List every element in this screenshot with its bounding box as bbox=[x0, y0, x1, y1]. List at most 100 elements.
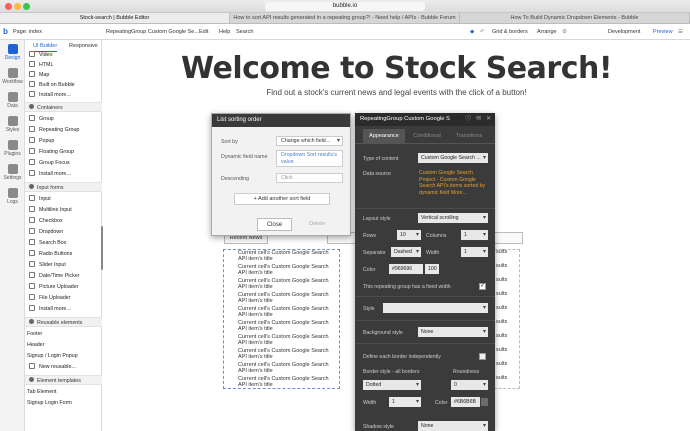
tab-appearance[interactable]: Appearance bbox=[363, 129, 405, 144]
rail-styles[interactable]: Styles bbox=[0, 116, 25, 133]
palette-item[interactable]: Radio Buttons bbox=[27, 249, 100, 259]
border-color-swatch[interactable] bbox=[481, 398, 488, 406]
section-input-forms[interactable]: Input forms bbox=[25, 182, 102, 192]
palette-item[interactable]: Signup / Login Popup bbox=[27, 351, 100, 361]
search-menu[interactable]: Search bbox=[236, 24, 253, 40]
preview-button[interactable]: Preview bbox=[653, 24, 673, 40]
color-input[interactable]: #969696 bbox=[389, 264, 423, 274]
palette-item[interactable]: HTML bbox=[27, 60, 100, 70]
fixed-width-checkbox[interactable]: ✓ bbox=[479, 283, 486, 290]
shadow-style-dropdown[interactable]: None bbox=[418, 421, 488, 431]
opacity-input[interactable]: 100 bbox=[425, 264, 439, 274]
info-icon[interactable]: ⓘ bbox=[465, 113, 471, 126]
palette-item[interactable]: Install more... bbox=[27, 169, 100, 179]
roundness-label: Roundness bbox=[453, 369, 480, 375]
canvas-input-right[interactable] bbox=[493, 232, 523, 244]
palette-item[interactable]: Signup Login Form bbox=[27, 398, 100, 408]
border-color-input[interactable]: #6B6B6B bbox=[451, 397, 480, 407]
palette-item[interactable]: Group Focus bbox=[27, 158, 100, 168]
palette-item[interactable]: Footer bbox=[27, 329, 100, 339]
palette-item[interactable]: Install more... bbox=[27, 90, 100, 100]
palette-item[interactable]: Search Box bbox=[27, 238, 100, 248]
help-menu[interactable]: Help bbox=[219, 24, 230, 40]
background-style-dropdown[interactable]: None bbox=[418, 327, 488, 337]
palette-item[interactable]: Floating Group bbox=[27, 147, 100, 157]
palette-item[interactable]: Tab Element bbox=[27, 387, 100, 397]
border-style-dropdown[interactable]: Dotted bbox=[363, 380, 421, 390]
palette-item[interactable]: Multiline Input bbox=[27, 205, 100, 215]
rail-workflow[interactable]: Workflow bbox=[0, 68, 25, 85]
undo-icon[interactable]: ↶ bbox=[480, 24, 485, 40]
more-menu-icon[interactable]: ☰ bbox=[678, 24, 683, 40]
roundness-input[interactable]: 0 bbox=[451, 380, 488, 390]
maximize-window-icon[interactable] bbox=[23, 3, 30, 10]
palette-item[interactable]: Install more... bbox=[27, 304, 100, 314]
element-selector[interactable]: RepeatingGroup Custom Google Se... bbox=[106, 24, 199, 40]
section-reusable[interactable]: Reusable elements bbox=[25, 317, 102, 327]
background-style-label: Background style bbox=[363, 330, 403, 336]
separator-dropdown[interactable]: Dashed bbox=[391, 247, 421, 257]
close-icon[interactable]: ✕ bbox=[486, 113, 491, 126]
palette-item[interactable]: Group bbox=[27, 114, 100, 124]
browser-tab[interactable]: How to sort API results generated in a r… bbox=[230, 13, 460, 23]
tab-conditional[interactable]: Conditional bbox=[407, 129, 447, 144]
border-independent-checkbox[interactable] bbox=[479, 353, 486, 360]
dynamic-field-input[interactable]: Dropdown Sort results's value bbox=[276, 150, 343, 167]
width-dropdown[interactable]: 1 bbox=[461, 247, 488, 257]
style-dropdown[interactable] bbox=[383, 303, 488, 313]
settings-icon[interactable]: ⚙ bbox=[562, 24, 567, 40]
rail-settings[interactable]: Settings bbox=[0, 164, 25, 181]
comment-icon[interactable]: ✉ bbox=[476, 113, 481, 126]
cursor-icon[interactable]: ◆ bbox=[470, 24, 474, 40]
plus-icon bbox=[29, 170, 35, 176]
rail-data[interactable]: Data bbox=[0, 92, 25, 109]
browser-tab[interactable]: How To Build Dynamic Dropdown Elements -… bbox=[460, 13, 690, 23]
columns-dropdown[interactable]: 1 bbox=[461, 230, 488, 240]
dropdown-icon bbox=[29, 228, 35, 234]
section-containers[interactable]: Containers bbox=[25, 102, 102, 112]
browser-tab[interactable]: Stock-search | Bubble Editor bbox=[0, 13, 230, 23]
palette-item[interactable]: Map bbox=[27, 70, 100, 80]
version-dropdown[interactable]: Development bbox=[608, 24, 640, 40]
rail-plugins[interactable]: Plugins bbox=[0, 140, 25, 157]
close-button[interactable]: Close bbox=[257, 218, 292, 231]
layout-dropdown[interactable]: Vertical scrolling bbox=[418, 213, 488, 223]
bubble-logo-icon[interactable]: b bbox=[3, 24, 8, 40]
cell-text: sults bbox=[496, 263, 508, 269]
grid-borders-menu[interactable]: Grid & borders bbox=[492, 24, 528, 40]
palette-item[interactable]: Video bbox=[27, 50, 100, 60]
palette-item[interactable]: Date/Time Picker bbox=[27, 271, 100, 281]
palette-item[interactable]: Repeating Group bbox=[27, 125, 100, 135]
palette-item[interactable]: Built on Bubble bbox=[27, 80, 100, 90]
palette-item[interactable]: Popup bbox=[27, 136, 100, 146]
delete-button[interactable]: Delete bbox=[309, 221, 325, 227]
address-bar[interactable]: bubble.io bbox=[265, 2, 425, 11]
rows-dropdown[interactable]: 10 bbox=[397, 230, 421, 240]
palette-item[interactable]: Picture Uploader bbox=[27, 282, 100, 292]
palette-item[interactable]: Input bbox=[27, 194, 100, 204]
sort-by-dropdown[interactable]: Change which field... bbox=[276, 136, 343, 146]
palette-item[interactable]: Dropdown bbox=[27, 227, 100, 237]
palette-item[interactable]: New reusable... bbox=[27, 362, 100, 372]
palette-item[interactable]: Checkbox bbox=[27, 216, 100, 226]
border-width-dropdown[interactable]: 1 bbox=[389, 397, 421, 407]
data-source-expression[interactable]: Custom Google Search Project - Custom Go… bbox=[419, 170, 487, 196]
close-window-icon[interactable] bbox=[5, 3, 12, 10]
rail-design[interactable]: Design bbox=[0, 44, 25, 61]
add-sort-field-button[interactable]: + Add another sort field bbox=[234, 193, 330, 205]
repeating-group[interactable]: Current cell's Custom Google Search API … bbox=[223, 249, 340, 389]
page-selector[interactable]: Page: index bbox=[13, 24, 42, 40]
minimize-window-icon[interactable] bbox=[14, 3, 21, 10]
palette-item[interactable]: Header bbox=[27, 340, 100, 350]
rail-logs[interactable]: Logs bbox=[0, 188, 25, 205]
rows-label: Rows bbox=[363, 233, 376, 239]
palette-item[interactable]: Slider Input bbox=[27, 260, 100, 270]
arrange-menu[interactable]: Arrange bbox=[537, 24, 557, 40]
palette-item[interactable]: File Uploader bbox=[27, 293, 100, 303]
type-dropdown[interactable]: Custom Google Search ... bbox=[418, 153, 488, 163]
section-templates[interactable]: Element templates bbox=[25, 375, 102, 385]
plus-icon bbox=[29, 305, 35, 311]
descending-input[interactable]: Click bbox=[276, 173, 343, 183]
tab-transitions[interactable]: Transitions bbox=[449, 129, 489, 144]
edit-menu[interactable]: Edit bbox=[199, 24, 208, 40]
